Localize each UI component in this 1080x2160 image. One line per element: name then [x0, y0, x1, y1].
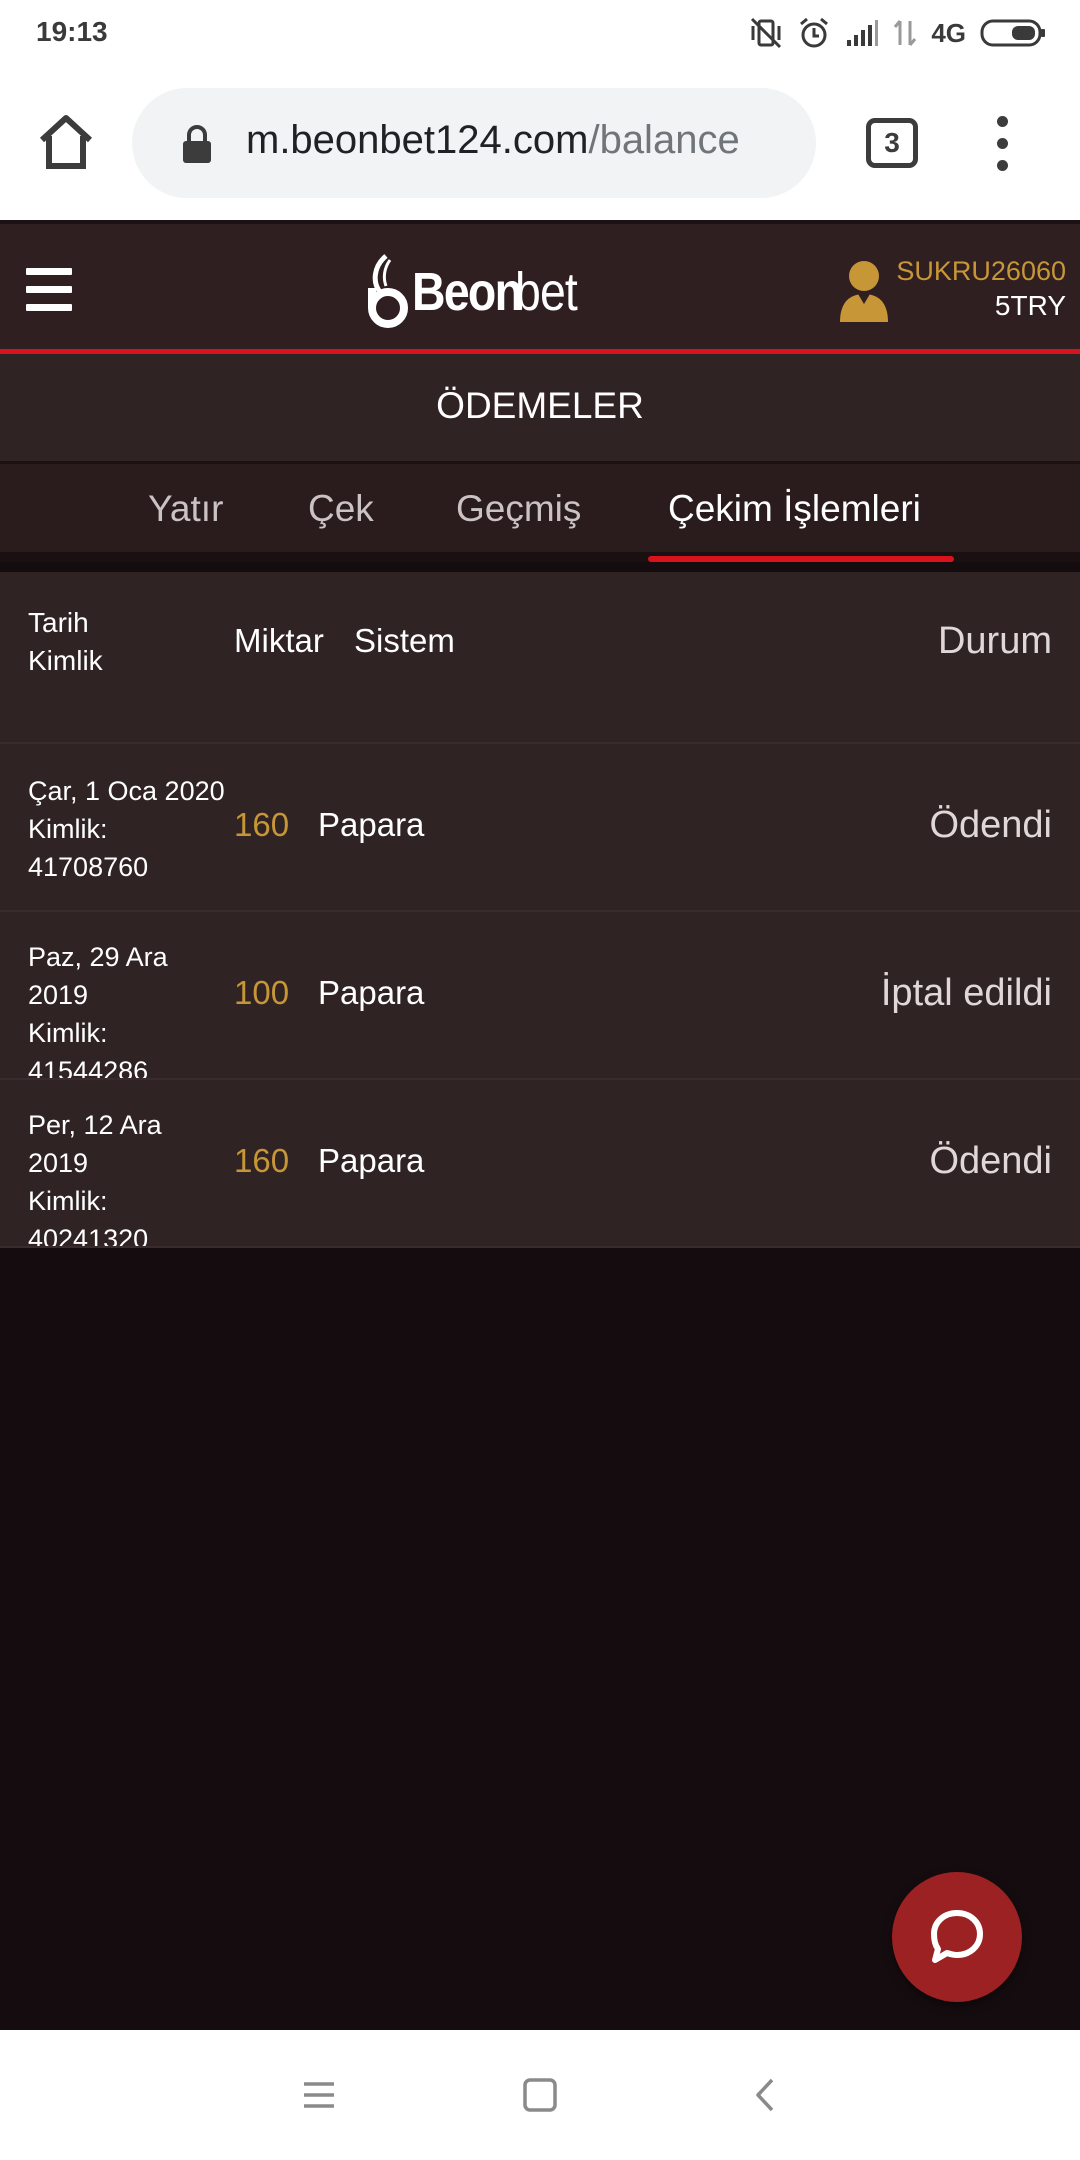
- network-type: 4G: [931, 17, 966, 48]
- tab-cekim-islemleri[interactable]: Çekim İşlemleri: [668, 488, 921, 530]
- row-amount: 160: [234, 1142, 290, 1179]
- user-avatar-icon[interactable]: [836, 258, 892, 324]
- table-row[interactable]: Per, 12 Ara 2019 Kimlik: 40241320 160 Pa…: [0, 1080, 1080, 1248]
- tab-yatir[interactable]: Yatır: [148, 488, 223, 530]
- android-nav-bar: [0, 2030, 1080, 2160]
- row-system: Papara: [318, 1142, 425, 1179]
- battery-icon: [980, 19, 1045, 47]
- url-bar[interactable]: m.beonbet124.com/balance: [132, 88, 816, 198]
- row-id: 41544286: [28, 1056, 149, 1080]
- row-id: 41708760: [28, 852, 149, 882]
- row-system: Papara: [318, 974, 425, 1011]
- header-system: Sistem: [354, 622, 455, 659]
- row-date: Çar, 1 Oca 2020: [28, 776, 225, 806]
- hamburger-menu-icon[interactable]: [26, 268, 72, 312]
- header-status: Durum: [937, 620, 1052, 662]
- tab-switcher-button[interactable]: 3: [866, 118, 918, 168]
- tab-count: 3: [884, 127, 900, 158]
- tab-gecmis[interactable]: Geçmiş: [456, 488, 581, 530]
- row-system: Papara: [318, 806, 425, 843]
- header-id: Kimlik: [28, 645, 103, 676]
- beonbet-logo[interactable]: Beon bet: [364, 244, 587, 340]
- header-amount: Miktar: [234, 622, 324, 659]
- status-bar: 19:13 4G: [0, 0, 1080, 66]
- row-date-id: Paz, 29 Ara 2019 Kimlik: 41544286: [28, 938, 228, 1080]
- table-row[interactable]: Çar, 1 Oca 2020 Kimlik: 41708760 160 Pap…: [0, 744, 1080, 912]
- back-nav-icon[interactable]: [744, 2072, 790, 2118]
- header-date-id: Tarih Kimlik: [28, 604, 103, 680]
- active-tab-indicator: [648, 556, 954, 562]
- row-id: 40241320: [28, 1224, 149, 1248]
- row-date-id: Çar, 1 Oca 2020 Kimlik: 41708760: [28, 772, 228, 886]
- logo-text-strong: Beon: [412, 262, 523, 322]
- url-host: m.beonbet124.com: [246, 118, 589, 162]
- row-id-label: Kimlik:: [28, 1186, 108, 1216]
- logo-mark-icon: [368, 254, 408, 328]
- user-balance: 5TRY: [994, 290, 1066, 321]
- live-chat-button[interactable]: [892, 1872, 1022, 2002]
- tab-cek[interactable]: Çek: [308, 488, 374, 530]
- withdrawals-table: Tarih Kimlik Miktar Sistem Durum Çar, 1 …: [0, 572, 1080, 1248]
- data-icon: [894, 20, 917, 46]
- row-amount: 160: [234, 806, 290, 843]
- row-id-label: Kimlik:: [28, 814, 108, 844]
- row-status: Ödendi: [929, 1140, 1052, 1182]
- page-title: ÖDEMELER: [0, 354, 1080, 464]
- row-date-line1: Paz, 29 Ara: [28, 942, 168, 972]
- alarm-icon: [800, 17, 829, 48]
- table-row[interactable]: Paz, 29 Ara 2019 Kimlik: 41544286 100 Pa…: [0, 912, 1080, 1080]
- row-status: İptal edildi: [880, 972, 1052, 1014]
- row-date-line2: 2019: [28, 980, 89, 1010]
- row-status: Ödendi: [929, 804, 1052, 846]
- signal-icon: [847, 20, 879, 46]
- row-date-id: Per, 12 Ara 2019 Kimlik: 40241320: [28, 1106, 228, 1248]
- home-icon[interactable]: [36, 112, 96, 172]
- url-text: m.beonbet124.com/balance: [246, 118, 806, 163]
- username[interactable]: SUKRU26060: [896, 256, 1066, 287]
- payment-tabs: Yatır Çek Geçmiş Çekim İşlemleri: [0, 464, 1080, 562]
- row-amount: 100: [234, 974, 290, 1011]
- chat-bubble-icon: [931, 1910, 983, 1963]
- home-nav-icon[interactable]: [517, 2072, 563, 2118]
- more-menu-icon[interactable]: [990, 116, 1016, 172]
- status-time: 19:13: [36, 16, 108, 47]
- row-date-line2: 2019: [28, 1148, 89, 1178]
- url-path: /balance: [588, 118, 740, 162]
- table-header: Tarih Kimlik Miktar Sistem Durum: [0, 572, 1080, 744]
- row-date-line1: Per, 12 Ara: [28, 1110, 162, 1140]
- logo-text-light: bet: [515, 262, 578, 322]
- site-header: Beon bet SUKRU26060 5TRY: [0, 220, 1080, 354]
- header-date: Tarih: [28, 607, 89, 638]
- vibrate-off-icon: [751, 17, 782, 49]
- lock-icon: [183, 125, 211, 163]
- recent-apps-icon[interactable]: [296, 2072, 342, 2118]
- browser-toolbar: m.beonbet124.com/balance 3: [0, 66, 1080, 220]
- status-icons: 4G: [749, 14, 1046, 52]
- row-id-label: Kimlik:: [28, 1018, 108, 1048]
